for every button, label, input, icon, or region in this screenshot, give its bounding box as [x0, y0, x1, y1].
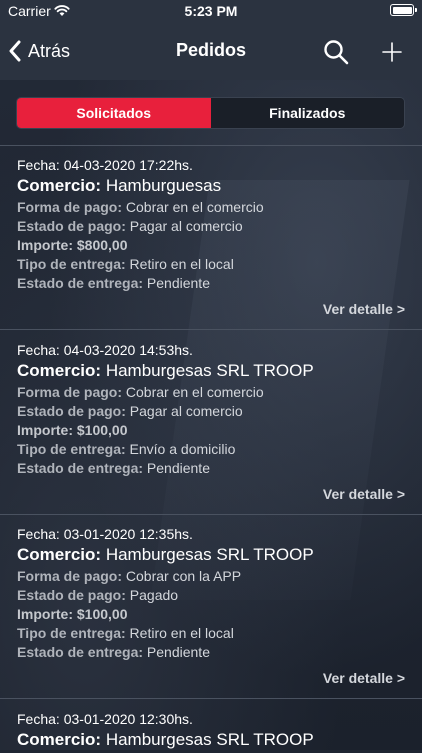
order-merchant: Comercio: Hamburgesas SRL TROOP [17, 730, 314, 749]
order-card: Fecha: 03-01-2020 12:35hs. Comercio: Ham… [17, 526, 407, 663]
divider [0, 145, 422, 146]
order-date: Fecha: 04-03-2020 17:22hs. [17, 157, 193, 173]
battery-icon [390, 4, 417, 16]
page-title: Pedidos [175, 40, 246, 60]
view-detail-link[interactable]: Ver detalle > [323, 301, 405, 317]
order-delivery-status: Estado de entrega: Pendiente [17, 460, 210, 476]
order-date: Fecha: 03-01-2020 12:35hs. [17, 526, 193, 542]
order-payment-method: Forma de pago: Cobrar con la APP [17, 568, 242, 584]
order-merchant: Comercio: Hamburgesas SRL TROOP [17, 545, 314, 564]
order-delivery-type: Tipo de entrega: Envío a domicilio [17, 441, 236, 457]
tab-finalizados[interactable]: Finalizados [210, 98, 404, 128]
divider [0, 329, 422, 330]
divider [0, 514, 422, 515]
clock: 5:23 PM [184, 3, 238, 19]
navigation-bar: Atrás Pedidos [0, 22, 422, 80]
order-delivery-type: Tipo de entrega: Retiro en el local [17, 256, 234, 272]
order-delivery-status: Estado de entrega: Pendiente [17, 644, 210, 660]
order-amount: Importe: $100,00 [17, 422, 128, 438]
order-card: Fecha: 04-03-2020 17:22hs. Comercio: Ham… [17, 157, 407, 294]
tab-solicitados[interactable]: Solicitados [17, 98, 211, 128]
order-payment-method: Forma de pago: Cobrar en el comercio [17, 384, 264, 400]
order-payment-status: Estado de pago: Pagar al comercio [17, 403, 243, 419]
view-detail-link[interactable]: Ver detalle > [323, 670, 405, 686]
view-detail-link[interactable]: Ver detalle > [323, 486, 405, 502]
order-date: Fecha: 03-01-2020 12:30hs. [17, 711, 193, 727]
order-payment-method: Forma de pago: Cobrar en el comercio [17, 199, 264, 215]
order-delivery-type: Tipo de entrega: Retiro en el local [17, 625, 234, 641]
order-delivery-status: Estado de entrega: Pendiente [17, 275, 210, 291]
order-card: Fecha: 03-01-2020 12:30hs. Comercio: Ham… [17, 711, 407, 753]
search-icon[interactable] [322, 38, 350, 66]
order-payment-status: Estado de pago: Pagar al comercio [17, 218, 243, 234]
order-merchant: Comercio: Hamburgesas SRL TROOP [17, 361, 314, 380]
order-date: Fecha: 04-03-2020 14:53hs. [17, 342, 193, 358]
order-amount: Importe: $800,00 [17, 237, 128, 253]
order-amount: Importe: $100,00 [17, 606, 128, 622]
divider [0, 698, 422, 699]
order-merchant: Comercio: Hamburguesas [17, 176, 222, 195]
order-payment-status: Estado de pago: Pagado [17, 587, 179, 603]
orders-segmented-control: Solicitados Finalizados [16, 97, 405, 129]
add-icon[interactable] [378, 38, 406, 66]
order-card: Fecha: 04-03-2020 14:53hs. Comercio: Ham… [17, 342, 407, 479]
status-bar: Carrier 5:23 PM [0, 0, 422, 22]
